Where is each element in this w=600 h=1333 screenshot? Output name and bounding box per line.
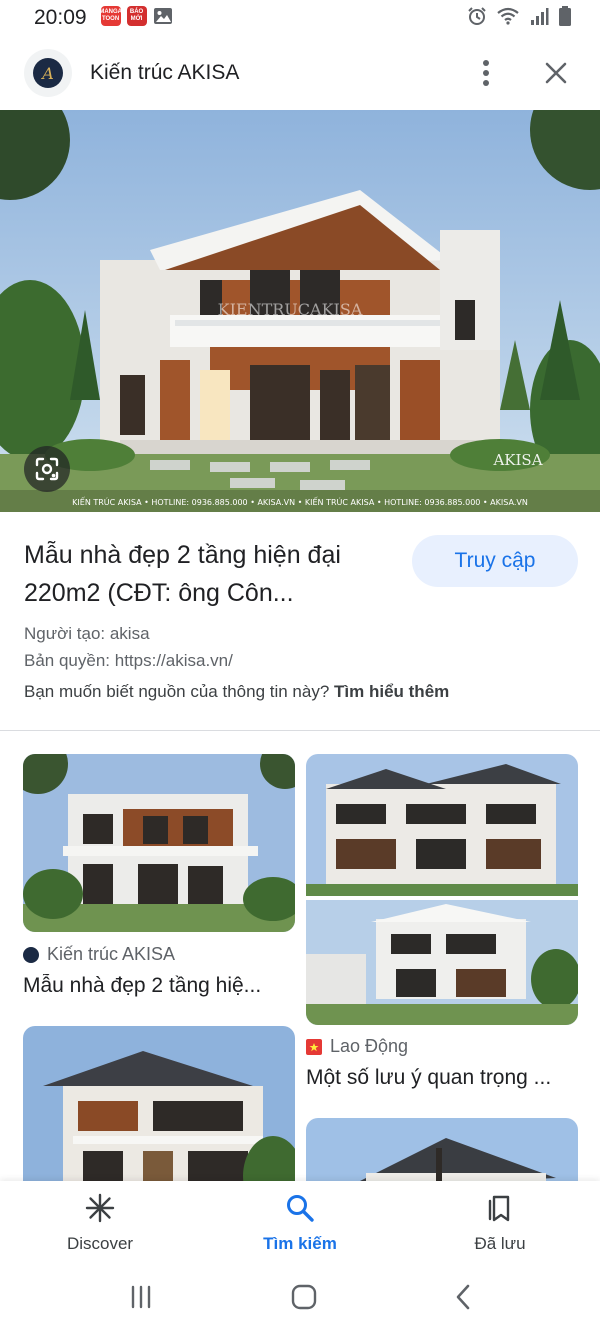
related-source-2-label: Lao Động bbox=[330, 1036, 409, 1056]
alarm-icon bbox=[467, 6, 487, 31]
signal-icon bbox=[529, 6, 549, 31]
related-image-1[interactable] bbox=[23, 754, 295, 932]
image-icon bbox=[153, 6, 173, 31]
wifi-icon bbox=[496, 6, 520, 31]
laodong-source-icon bbox=[306, 1038, 322, 1055]
related-source-1[interactable]: Kiến trúc AKISA bbox=[23, 944, 175, 965]
akisa-source-icon bbox=[23, 946, 39, 963]
related-title-2[interactable]: Một số lưu ý quan trọng ... bbox=[306, 1066, 578, 1090]
source-question: Bạn muốn biết nguồn của thông tin này? T… bbox=[24, 682, 449, 702]
akisa-logo[interactable]: A bbox=[24, 49, 72, 97]
saved-bookmarks-icon bbox=[485, 1193, 515, 1228]
hero-brand: AKISA bbox=[492, 451, 542, 469]
notification-icons: MANGA TOON BÁO MỚI bbox=[99, 5, 173, 31]
hero-watermark: KIENTRUCAKISA bbox=[218, 300, 363, 319]
discover-asterisk-icon bbox=[85, 1193, 115, 1228]
akisa-logo-mark: A bbox=[33, 58, 63, 88]
search-icon bbox=[285, 1193, 315, 1228]
close-icon[interactable] bbox=[536, 53, 576, 93]
nav-saved[interactable]: Đã lưu bbox=[400, 1181, 600, 1265]
system-navigation bbox=[0, 1265, 600, 1333]
related-title-1[interactable]: Mẫu nhà đẹp 2 tầng hiệ... bbox=[23, 974, 295, 998]
nav-search[interactable]: Tìm kiếm bbox=[200, 1181, 400, 1265]
nav-discover[interactable]: Discover bbox=[0, 1181, 200, 1265]
visit-button[interactable]: Truy cập bbox=[412, 535, 578, 587]
source-title: Kiến trúc AKISA bbox=[90, 61, 240, 84]
creator-text: Người tạo: akisa bbox=[24, 624, 150, 643]
status-time: 20:09 bbox=[34, 6, 87, 29]
battery-icon bbox=[558, 5, 572, 32]
learn-more-link[interactable]: Tìm hiểu thêm bbox=[334, 682, 449, 701]
related-image-2[interactable] bbox=[306, 754, 578, 1025]
result-info: Mẫu nhà đẹp 2 tầng hiện đại 220m2 (CĐT: … bbox=[0, 512, 600, 730]
recent-apps-icon[interactable] bbox=[128, 1285, 154, 1314]
source-header: A Kiến trúc AKISA bbox=[0, 36, 600, 110]
baomoi-app-icon: BÁO MỚI bbox=[126, 5, 147, 26]
hero-footer-strip: KIẾN TRÚC AKISA • HOTLINE: 0936.885.000 … bbox=[72, 496, 528, 507]
source-question-text: Bạn muốn biết nguồn của thông tin này? bbox=[24, 682, 330, 701]
status-bar: 20:09 MANGA TOON BÁO MỚI bbox=[0, 0, 600, 36]
google-lens-icon[interactable] bbox=[24, 446, 70, 492]
nav-search-label: Tìm kiếm bbox=[263, 1233, 337, 1253]
back-icon[interactable] bbox=[454, 1284, 472, 1315]
nav-saved-label: Đã lưu bbox=[474, 1233, 526, 1253]
more-vert-icon[interactable] bbox=[466, 53, 506, 93]
mangatoon-app-icon: MANGA TOON bbox=[99, 5, 122, 26]
result-image[interactable]: KIENTRUCAKISA AKISA KIẾN TRÚC AKISA • HO… bbox=[0, 110, 600, 512]
home-icon[interactable] bbox=[291, 1284, 317, 1315]
divider bbox=[0, 730, 600, 731]
bottom-navigation: Discover Tìm kiếm Đã lưu bbox=[0, 1181, 600, 1265]
result-title[interactable]: Mẫu nhà đẹp 2 tầng hiện đại 220m2 (CĐT: … bbox=[24, 536, 394, 612]
related-source-2[interactable]: Lao Động bbox=[306, 1036, 408, 1057]
related-source-1-label: Kiến trúc AKISA bbox=[47, 944, 176, 964]
copyright-text: Bản quyền: https://akisa.vn/ bbox=[24, 651, 233, 670]
nav-discover-label: Discover bbox=[66, 1233, 134, 1253]
